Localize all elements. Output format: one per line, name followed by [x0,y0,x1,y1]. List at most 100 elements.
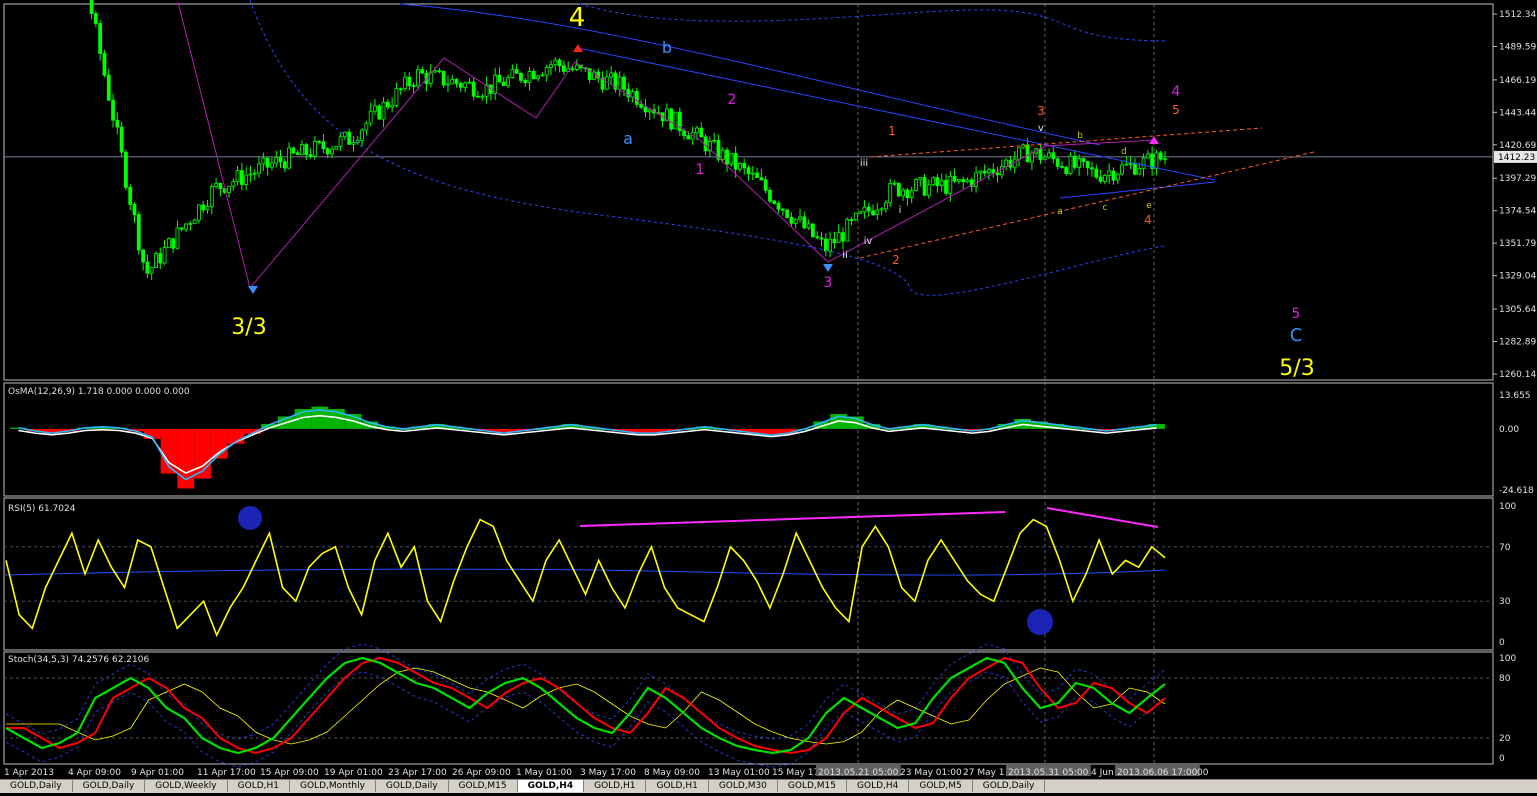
chart-tab[interactable]: GOLD,M5 [909,780,973,792]
candle-body [866,206,871,212]
candle-body [961,179,966,183]
chart-tab[interactable]: GOLD,Daily [0,780,73,792]
candle-body [802,216,807,229]
candle-body [999,166,1004,176]
candle-body [944,179,948,194]
x-axis-label: 15 May 17 [772,768,819,778]
candle-body [93,13,98,24]
x-axis-label: 11 Apr 17:00 [197,768,256,778]
chart-tab[interactable]: GOLD,H1 [646,780,709,792]
high-arrow-marker [573,44,583,52]
candle-body [321,141,326,150]
wave-label: 4 [1144,213,1152,227]
chart-tab[interactable]: GOLD,M15 [778,780,848,792]
candle-body [742,163,747,169]
rsi-y-tick: 100 [1499,502,1516,512]
wave-label: a [623,129,633,148]
wave-label: iv [864,236,873,247]
candle-body [415,69,420,87]
candle-body [789,216,794,224]
chart-tab[interactable]: GOLD,Daily [73,780,146,792]
chart-tab-bar: GOLD,Daily GOLD,Daily GOLD,Weekly GOLD,H1 GO… [0,779,1537,793]
candle-body [1047,152,1051,158]
candle-body [798,216,802,220]
candle-body [149,267,154,274]
candle-body [622,76,626,90]
chart-tab[interactable]: GOLD,H1 [228,780,290,792]
candle-body [695,127,699,134]
wave-label: 3 [824,275,833,291]
candle-body [922,177,927,196]
chart-tab[interactable]: GOLD,Monthly [290,780,376,792]
chart-tab[interactable]: GOLD,Daily [376,780,449,792]
candle-body [317,141,322,143]
stoch-title: Stoch(34,5,3) 74.2576 62.2106 [8,655,149,665]
candle-body [987,169,991,174]
candle-body [1128,162,1133,165]
candle-body [1038,148,1043,160]
chart-tab[interactable]: GOLD,H4 [847,780,910,792]
wave-label: 4 [1172,84,1181,100]
candle-body [712,139,717,142]
candle-body [755,172,760,178]
wave-label: 3/3 [231,315,266,340]
candle-body [179,227,184,230]
rsi-highlight-circle [238,506,262,530]
candle-body [544,66,549,76]
candle-body [909,189,914,199]
candle-body [759,177,764,181]
candle-body [832,238,837,244]
candle-body [463,82,468,88]
candle-body [841,232,845,242]
candle-body [124,151,128,188]
wave-label: v [1038,123,1044,134]
wave-label: iii [860,158,868,169]
candle-body [853,212,858,221]
candle-body [252,172,257,175]
candle-body [235,170,240,183]
wave-label: 1 [888,124,896,138]
x-axis-label: 8 May 09:00 [644,768,700,778]
chart-tab[interactable]: GOLD,M30 [709,780,778,792]
candle-body [214,182,218,187]
candle-body [974,172,978,187]
chart-root[interactable]: 1512.34 1489.59 1466.19 1443.44 1420.69 1397.… [0,0,1537,792]
candle-body [274,157,279,164]
candle-body [1102,174,1107,182]
candle-body [338,136,343,147]
candle-body [879,208,884,211]
candle-body [330,148,334,155]
candle-body [476,95,480,98]
candle-body [634,91,639,105]
x-axis-label: 13 May 01:00 [708,768,770,778]
candle-body [111,99,115,121]
chart-tab[interactable]: GOLD,Weekly [145,780,228,792]
candle-body [506,77,510,87]
x-axis-label: 1 Apr 2013 [4,768,54,778]
chart-tab[interactable]: GOLD,H4 [517,780,585,792]
chart-tab[interactable]: GOLD,Daily [973,780,1046,792]
candle-body [669,108,674,130]
candle-body [982,170,987,174]
candle-body [905,189,910,199]
x-axis-label: 4 Apr 09:00 [68,768,121,778]
candle-body [862,206,867,213]
candle-body [746,167,751,175]
chart-tab[interactable]: GOLD,M15 [449,780,518,792]
candle-body [699,127,704,138]
chart-svg[interactable]: 1512.34 1489.59 1466.19 1443.44 1420.69 1397.… [0,0,1537,792]
candle-body [939,179,944,187]
candle-body [106,74,111,101]
candle-body [1029,152,1034,163]
candle-body [836,232,841,244]
rsi-y-tick: 0 [1499,638,1505,648]
chart-tab[interactable]: GOLD,H1 [584,780,647,792]
candle-body [158,253,163,264]
candle-body [98,23,103,54]
candle-body [510,69,515,79]
candle-body [403,76,407,90]
candle-body [965,179,970,183]
x-axis-label: 2013.05.31 05:00 [1008,768,1089,778]
candle-body [519,72,523,81]
candle-body [725,149,729,165]
